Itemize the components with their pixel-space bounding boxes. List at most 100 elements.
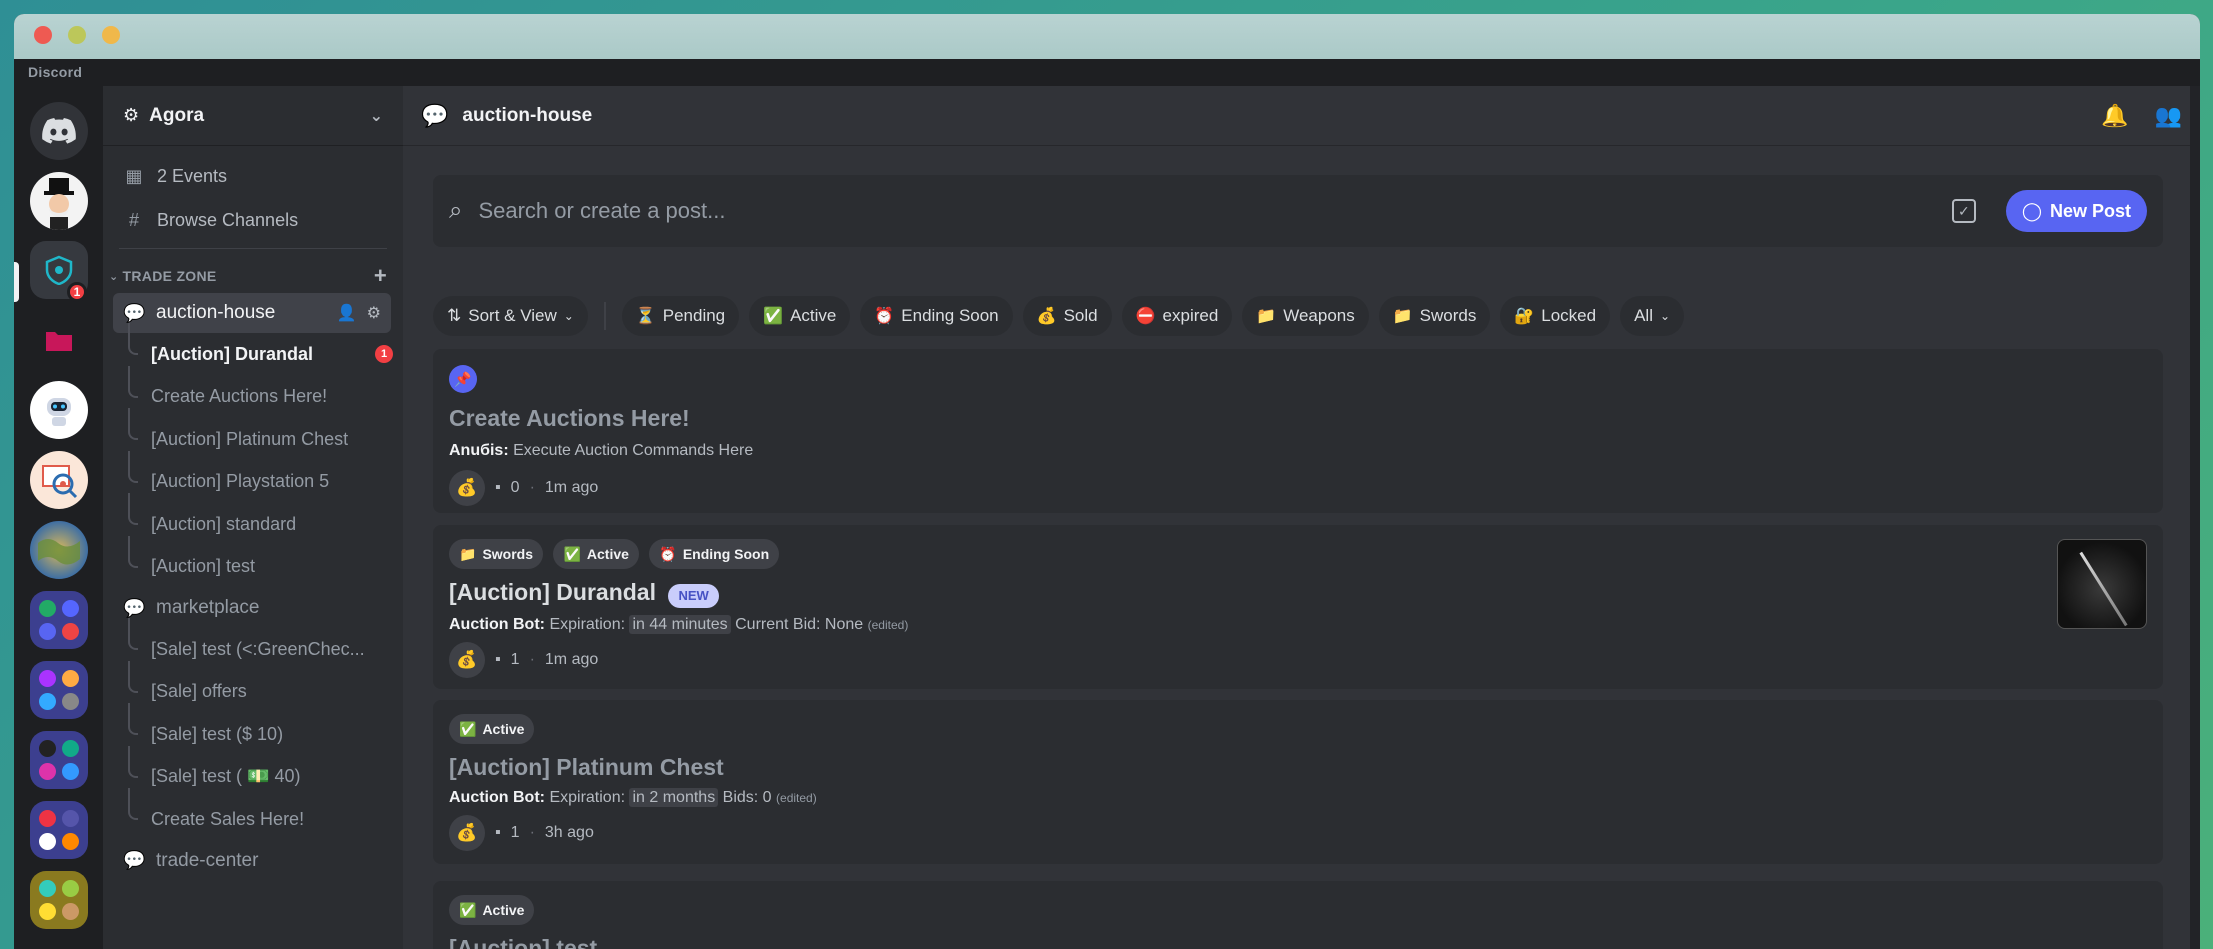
server-folder-group-1[interactable] [30, 591, 88, 649]
tag-swords: 📁 Swords [449, 539, 544, 569]
server-folder-group-2[interactable] [30, 661, 88, 719]
post-title-row: [Auction] Durandal NEW [449, 579, 2147, 608]
server-folder[interactable] [30, 311, 88, 369]
timestamp-highlight: in 2 months [629, 788, 719, 807]
server-folder-group-5[interactable] [30, 871, 88, 929]
server-icon-robot[interactable] [30, 381, 88, 439]
create-channel-icon[interactable]: + [374, 263, 387, 289]
server-icon-research[interactable] [30, 451, 88, 509]
chip-label: Sold [1063, 306, 1098, 325]
forum-post[interactable]: 📌 Create Auctions Here! Anuбis: Execute … [433, 349, 2163, 513]
tag-filter-expired[interactable]: ⛔ expired [1121, 296, 1233, 336]
alarm-clock-icon: ⏰ [874, 308, 895, 325]
search-input[interactable]: Search or create a post... [478, 198, 1951, 224]
thread-item[interactable]: Create Sales Here! [103, 788, 403, 841]
server-header[interactable]: ⚙ Agora ⌄ [103, 86, 403, 146]
thread-item[interactable]: [Sale] test ( 💵 40) [103, 745, 403, 799]
server-folder-group-3[interactable] [30, 731, 88, 789]
selected-server-indicator [14, 262, 19, 302]
tag-label: Active [586, 546, 629, 562]
server-icon-monopoly[interactable] [30, 172, 88, 230]
thread-label: [Auction] Durandal [151, 343, 313, 364]
chip-label: Pending [662, 306, 726, 325]
post-time: 3h ago [544, 824, 594, 841]
tag-filter-active[interactable]: ✅ Active [749, 296, 851, 336]
maximize-window-button[interactable] [102, 26, 120, 44]
folder-icon: 📁 [1256, 308, 1277, 325]
tag-filter-swords[interactable]: 📁 Swords [1378, 296, 1491, 336]
post-title: [Auction] Platinum Chest [449, 754, 724, 780]
folder-grid [39, 810, 79, 850]
channel-trade-center[interactable]: 💬 trade-center [113, 841, 391, 881]
check-icon: ✅ [459, 901, 477, 918]
forum-icon: 💬 [123, 597, 146, 618]
folder-grid [39, 670, 79, 710]
monopoly-man-icon [44, 178, 74, 230]
folder-icon [46, 332, 72, 351]
post-time: 1m ago [544, 650, 599, 668]
close-window-button[interactable] [34, 26, 52, 44]
category-trade-zone[interactable]: ⌄ TRADE ZONE + [103, 259, 403, 293]
sort-view-button[interactable]: ⇅ Sort & View ⌄ [433, 296, 588, 336]
forum-icon: 💬 [421, 102, 449, 128]
chip-label: All [1634, 306, 1653, 325]
server-folder-group-4[interactable] [30, 801, 88, 859]
thread-item[interactable]: [Sale] test ($ 10) [103, 703, 403, 756]
checklist-icon[interactable]: ✓ [1951, 199, 1976, 223]
member-list-icon[interactable]: 👥 [2155, 103, 2182, 129]
separator-dot: · [529, 824, 535, 841]
tree-connector [128, 535, 138, 568]
sort-icon: ⇅ [447, 306, 462, 325]
chip-label: Ending Soon [901, 306, 999, 325]
tag-filter-weapons[interactable]: 📁 Weapons [1242, 296, 1369, 336]
tag-filter-sold[interactable]: 💰 Sold [1022, 296, 1112, 336]
forum-post[interactable]: ✅ Active [Auction] test [433, 881, 2163, 949]
home-button[interactable] [30, 102, 88, 160]
server-icon-map[interactable] [30, 521, 88, 579]
tag-label: Active [482, 721, 525, 737]
thread-label: [Auction] Platinum Chest [151, 428, 349, 449]
post-time: 1m ago [544, 479, 599, 496]
thread-item[interactable]: [Auction] standard [103, 493, 403, 546]
events-label: 2 Events [157, 165, 228, 186]
post-thumbnail-sword[interactable] [2057, 539, 2147, 629]
thread-item[interactable]: [Auction] Playstation 5 [103, 450, 403, 504]
tag-filter-bar: ⇅ Sort & View ⌄ ⏳ Pending ✅ Active ⏰ Ending… [433, 296, 1685, 336]
thread-item[interactable]: [Auction] Durandal 1 [103, 323, 403, 376]
search-bar[interactable]: ⌕ Search or create a post... ✓ ◯ New Pos… [433, 175, 2163, 247]
comment-count: 1 [510, 824, 520, 841]
browse-channels-label: Browse Channels [157, 209, 299, 230]
channel-auction-house[interactable]: 💬 auction-house 👤 ⚙ [113, 293, 391, 333]
post-author: Auction Bot: [449, 789, 545, 806]
new-post-button[interactable]: ◯ New Post [2005, 190, 2147, 232]
forum-post[interactable]: ✅ Active [Auction] Platinum Chest Auction… [433, 700, 2163, 864]
folder-icon: 📁 [1392, 308, 1413, 325]
post-tags: 📁 Swords ✅ Active ⏰ Ending Soon [449, 539, 2147, 569]
tag-filter-all-dropdown[interactable]: All ⌄ [1620, 296, 1685, 336]
tag-filter-pending[interactable]: ⏳ Pending [621, 296, 740, 336]
thread-item[interactable]: [Auction] Platinum Chest [103, 408, 403, 461]
tree-connector [128, 408, 138, 440]
minimize-window-button[interactable] [68, 26, 86, 44]
folder-grid [39, 740, 79, 780]
post-tags: ✅ Active [449, 714, 2147, 744]
check-icon: ✅ [459, 720, 477, 737]
post-meta: 💰 ▪ 0 · 1m ago [449, 470, 2147, 506]
events-link[interactable]: ▦ 2 Events [103, 154, 403, 198]
thread-item[interactable]: Create Auctions Here! [103, 365, 403, 419]
thread-unread-badge: 1 [375, 345, 393, 364]
gear-icon[interactable]: ⚙ [367, 303, 381, 323]
browse-channels-link[interactable]: # Browse Channels [103, 198, 403, 242]
tag-filter-locked[interactable]: 🔐 Locked [1500, 296, 1611, 336]
post-text: Execute Auction Commands Here [513, 442, 754, 459]
bell-icon[interactable]: 🔔 [2101, 103, 2128, 129]
forum-post[interactable]: 📁 Swords ✅ Active ⏰ Ending Soon [Auction] D… [433, 525, 2163, 689]
thread-item[interactable]: [Auction] test [103, 535, 403, 589]
thread-item[interactable]: [Sale] test (<:GreenChec... [103, 618, 403, 671]
tag-filter-ending-soon[interactable]: ⏰ Ending Soon [860, 296, 1013, 336]
window-edge [2190, 86, 2200, 949]
thread-item[interactable]: [Sale] offers [103, 660, 403, 714]
channel-marketplace[interactable]: 💬 marketplace [113, 588, 391, 628]
invite-icon[interactable]: 👤 [337, 303, 357, 323]
money-bag-icon: 💰 [449, 641, 485, 678]
